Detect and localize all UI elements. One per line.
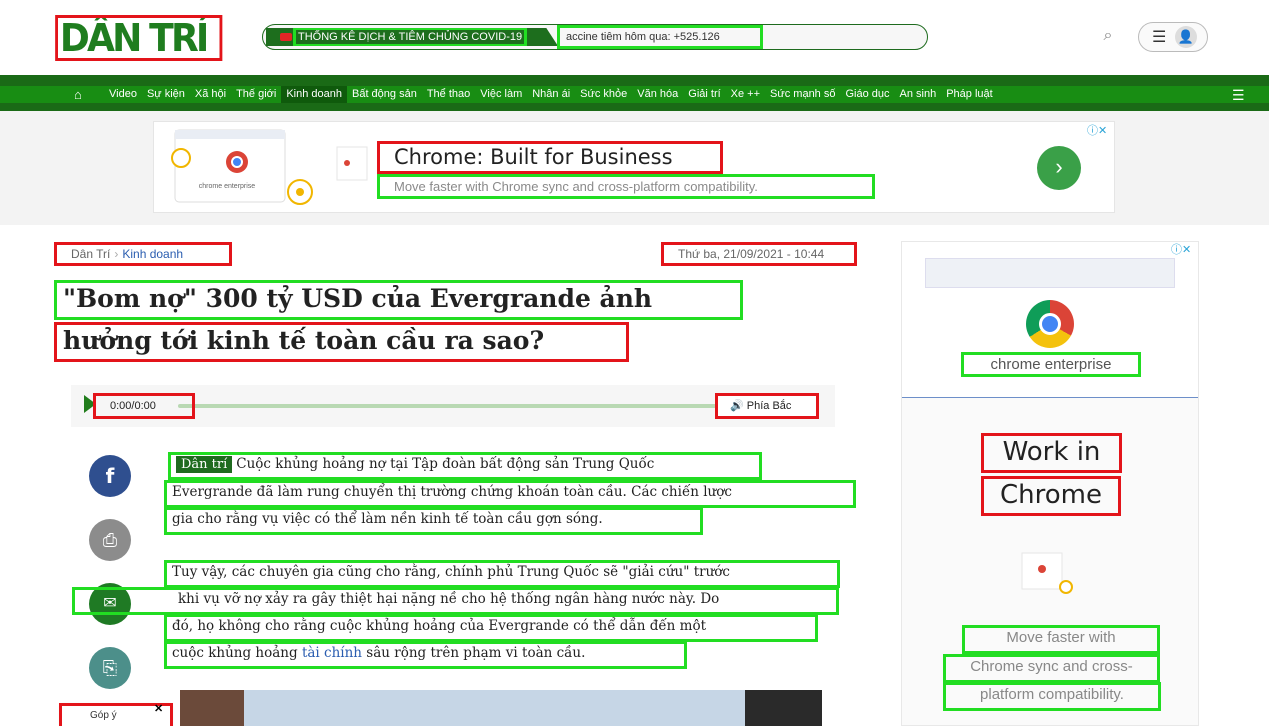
covid-ticker-label[interactable]: THỐNG KÊ DỊCH & TIÊM CHỦNG COVID-19 — [266, 28, 558, 46]
home-icon[interactable]: ⌂ — [74, 87, 104, 102]
nav-menu: ⌂ Video Sự kiện Xã hội Thế giới Kinh doa… — [74, 86, 998, 103]
nav-menu-icon[interactable]: ☰ — [1232, 88, 1250, 102]
article-paragraph-line: Dân trí Cuộc khủng hoảng nợ tại Tập đoàn … — [168, 452, 762, 480]
ad-product-image[interactable]: chrome enterprise — [165, 128, 325, 206]
publish-datetime: Thứ ba, 21/09/2021 - 10:44 — [661, 242, 857, 266]
live-dot-icon — [280, 33, 292, 41]
nav-item-active[interactable]: Kinh doanh — [281, 86, 347, 103]
ad-thumbnail — [336, 146, 368, 181]
nav-item[interactable]: Giáo dục — [840, 86, 894, 103]
site-logo[interactable]: DÂN TRÍ — [55, 15, 223, 61]
nav-item[interactable]: Video — [104, 86, 142, 103]
ad-brand: chrome enterprise — [961, 352, 1141, 377]
speaker-icon: 🔊 — [730, 400, 747, 412]
article-paragraph-line: khi vụ vỡ nợ xảy ra gây thiệt hại nặng n… — [72, 587, 839, 615]
adchoices-icon[interactable]: ⓘ✕ — [1087, 124, 1115, 138]
paragraph-text: sâu rộng trên phạm vi toàn cầu. — [361, 645, 586, 661]
voice-label: Phía Bắc — [746, 400, 792, 412]
nav-item[interactable]: Nhân ái — [527, 86, 575, 103]
breadcrumb-section[interactable]: Kinh doanh — [122, 247, 183, 261]
nav-item[interactable]: Sự kiện — [142, 86, 190, 103]
vaccine-count[interactable]: accine tiêm hôm qua: +525.126 — [557, 25, 763, 49]
hamburger-icon: ☰ — [1152, 29, 1167, 46]
article-paragraph-line: gia cho rằng vụ việc có thể làm nền kinh… — [164, 507, 703, 535]
close-icon[interactable]: ✕ — [154, 703, 166, 715]
paragraph-text: Cuộc khủng hoảng nợ tại Tập đoàn bất độn… — [236, 456, 655, 472]
article-image[interactable] — [180, 690, 822, 726]
ad-subline[interactable]: Chrome sync and cross- — [943, 654, 1160, 683]
ad-subline[interactable]: Move faster with Chrome sync and cross-p… — [377, 174, 875, 199]
nav-item[interactable]: Xe ++ — [726, 86, 765, 103]
nav-item[interactable]: Việc làm — [475, 86, 527, 103]
audio-time: 0:00/0:00 — [93, 393, 195, 419]
article-title: hưởng tới kinh tế toàn cầu ra sao? — [54, 322, 629, 362]
nav-item[interactable]: Thể thao — [422, 86, 475, 103]
facebook-icon[interactable]: f — [89, 455, 131, 497]
adchoices-icon[interactable]: ⓘ✕ — [1171, 243, 1199, 257]
nav-item[interactable]: Sức mạnh số — [765, 86, 840, 103]
article-paragraph-line: đó, họ không cho rằng cuộc khủng hoảng c… — [164, 614, 818, 642]
print-icon[interactable]: ⎙ — [89, 519, 131, 561]
nav-item[interactable]: Xã hội — [190, 86, 231, 103]
article-paragraph-line: Tuy vậy, các chuyên gia cũng cho rằng, c… — [164, 560, 840, 588]
play-icon[interactable] — [84, 395, 96, 413]
voice-select[interactable]: 🔊 Phía Bắc — [715, 393, 819, 419]
article-paragraph-line: cuộc khủng hoảng tài chính sâu rộng trên… — [164, 641, 687, 669]
ad-subline[interactable]: platform compatibility. — [943, 682, 1161, 711]
paragraph-text: cuộc khủng hoảng — [172, 645, 302, 661]
ad-subline[interactable]: Move faster with — [962, 625, 1160, 654]
menu-user-button[interactable]: ☰ 👤 — [1138, 22, 1208, 52]
ad-headline[interactable]: Chrome: Built for Business — [377, 141, 723, 174]
finance-link[interactable]: tài chính — [302, 645, 362, 661]
article-paragraph-line: Evergrande đã làm rung chuyển thị trường… — [164, 480, 856, 508]
ad-thumbnail — [1021, 552, 1073, 594]
covid-ticker-label-text: THỐNG KÊ DỊCH & TIÊM CHỦNG COVID-19 — [292, 28, 528, 46]
ad-brand-text: chrome enterprise — [199, 183, 256, 190]
article-title: "Bom nợ" 300 tỷ USD của Evergrande ảnh — [54, 280, 743, 320]
nav-item[interactable]: Giải trí — [683, 86, 725, 103]
user-icon: 👤 — [1175, 26, 1197, 48]
nav-item[interactable]: Thế giới — [231, 86, 281, 103]
ad-headline[interactable]: Work in — [981, 433, 1122, 473]
search-icon[interactable]: ⌕ — [1098, 26, 1118, 46]
nav-item[interactable]: Bất động sản — [347, 86, 422, 103]
source-tag: Dân trí — [176, 456, 233, 473]
nav-item[interactable]: An sinh — [895, 86, 942, 103]
breadcrumb: Dân Trí › Kinh doanh — [54, 242, 232, 266]
nav-item[interactable]: Pháp luật — [941, 86, 997, 103]
chrome-logo-center — [1039, 313, 1061, 335]
nav-item[interactable]: Sức khỏe — [575, 86, 632, 103]
browser-mockup — [925, 258, 1175, 288]
chevron-right-icon[interactable]: › — [1037, 146, 1081, 190]
breadcrumb-home[interactable]: Dân Trí — [71, 247, 110, 261]
ad-headline[interactable]: Chrome — [981, 476, 1121, 516]
nav-item[interactable]: Văn hóa — [632, 86, 683, 103]
chevron-right-icon: › — [114, 247, 119, 261]
copy-link-icon[interactable]: ⎘ — [89, 647, 131, 689]
audio-progress[interactable] — [178, 404, 726, 408]
